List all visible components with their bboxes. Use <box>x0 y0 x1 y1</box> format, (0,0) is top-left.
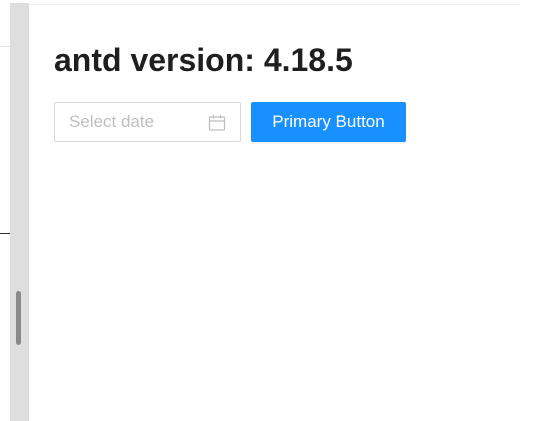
primary-button[interactable]: Primary Button <box>251 102 406 142</box>
pane-divider <box>0 46 10 47</box>
preview-viewport: antd version: 4.18.5 Primary Button <box>0 0 545 421</box>
pane-divider <box>0 233 10 234</box>
preview-content: antd version: 4.18.5 Primary Button <box>54 38 406 142</box>
calendar-icon[interactable] <box>208 114 226 132</box>
controls-row: Primary Button <box>54 102 406 142</box>
scrollbar[interactable] <box>10 3 29 421</box>
preview-top-edge <box>29 0 520 5</box>
editor-pane-edge <box>0 0 10 421</box>
date-picker[interactable] <box>54 102 241 142</box>
scrollbar-thumb[interactable] <box>16 291 21 345</box>
date-input[interactable] <box>69 112 199 132</box>
page-title: antd version: 4.18.5 <box>54 42 353 78</box>
